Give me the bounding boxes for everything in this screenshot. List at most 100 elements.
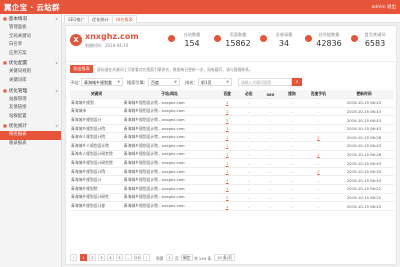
sidebar-group[interactable]: ■ 基本情况 ∨ xyxy=(0,14,61,24)
table-cell: 2019-10-15 06:43 xyxy=(333,98,394,108)
table-cell[interactable]: 3 xyxy=(216,175,238,186)
sidebar-item[interactable]: 站群管理 xyxy=(0,96,61,105)
table-cell[interactable]: 1 xyxy=(216,201,238,211)
page-button[interactable]: 4 xyxy=(107,254,114,261)
engine-label: 搜索引擎： xyxy=(127,80,148,85)
table-cell[interactable]: 2 xyxy=(216,193,238,203)
sidebar-item[interactable]: 友情链接 xyxy=(0,104,61,113)
table-cell[interactable]: 1 xyxy=(216,141,238,151)
page-button[interactable]: 5 xyxy=(116,254,123,261)
table-cell[interactable]: 1 xyxy=(216,184,238,194)
chevron-down-icon: ▼ xyxy=(226,80,229,84)
table-row[interactable]: 青海城乡规划设计研究院 青海城乡规划设计院...xnxghz.com 1- - - -20… xyxy=(70,158,394,168)
table-cell: 青海城乡规划设计院...xnxghz.com xyxy=(122,175,217,186)
page-button[interactable]: 25 xyxy=(134,254,141,261)
table-cell: - xyxy=(281,124,303,134)
table-cell: 2019-10-15 06:26 xyxy=(333,150,394,160)
table-row[interactable]: 青海城乡规划设计部 青海城乡规划设计院...xnxghz.com 1- - - -2019… xyxy=(70,201,394,211)
table-row[interactable]: 青海城乡规划设计院 青海城乡规划设计院...xnxghz.com 1- - -2 2019… xyxy=(70,167,394,177)
search-button[interactable]: ⌕ xyxy=(292,78,302,86)
main-panel: X xnxghz.com 到期时间：2019-04-10 分站数量 154 页面数量… xyxy=(65,25,398,265)
stat-icon xyxy=(351,35,358,42)
tab-bar: SEO推广 优化统计 排名报表 xyxy=(62,14,400,23)
goto-input[interactable]: 1 xyxy=(166,254,173,261)
table-row[interactable]: 青海城乡规划设计 青海城乡规划设计院...xnxghz.com 3- - - -2019-… xyxy=(70,175,394,186)
table-cell[interactable]: 1 xyxy=(216,132,238,143)
stat-card: 总收录量 34 xyxy=(264,32,304,48)
table-cell[interactable]: 1 xyxy=(216,150,238,160)
table-row[interactable]: 青海城乡人规划设计院 青海城乡规划设计院...xnxghz.com 1- - - -201… xyxy=(70,141,394,151)
column-header: 更新时间 xyxy=(333,90,394,100)
table-cell: - xyxy=(237,150,260,160)
engine-select[interactable]: 百度 ▼ xyxy=(148,78,180,86)
sidebar-group[interactable]: ■ 优化配置 ∨ xyxy=(0,58,61,68)
table-cell: 青海城乡规划设计院...xnxghz.com xyxy=(122,167,217,177)
table-cell: - xyxy=(259,158,282,168)
stat-label: 页面数量 xyxy=(229,32,247,37)
table-cell: - xyxy=(259,201,282,211)
sidebar-item[interactable]: 应用方案 xyxy=(0,50,61,59)
sidebar-item[interactable]: 收录报表 xyxy=(0,140,61,149)
table-row[interactable]: 青海市人规划设计院 青海城乡规划设计院...xnxghz.com 1- - -2 2019… xyxy=(70,132,394,143)
sidebar-item[interactable]: 关键词规则 xyxy=(0,68,61,77)
table-cell: - xyxy=(237,175,260,186)
sidebar-item[interactable]: 白名单 xyxy=(0,41,61,50)
table-cell[interactable]: 1 xyxy=(216,167,238,177)
stat-card: 首页关键词 6583 xyxy=(355,32,395,48)
table-cell: - xyxy=(259,150,282,160)
table-row[interactable]: 青海城乡规划设计院 青海城乡规划设计院...xnxghz.com 1- - - -2019… xyxy=(70,124,394,134)
tab-rank-report[interactable]: 排名报表 xyxy=(112,15,137,23)
table-row[interactable]: 青海城乡规划 青海城乡规划设计院...xnxghz.com 1- - - -2019-10… xyxy=(70,98,394,108)
menu-icon: ■ xyxy=(3,87,7,93)
table-cell[interactable]: 2 xyxy=(216,115,238,125)
sidebar-item[interactable]: 排名报表 xyxy=(0,131,61,140)
subsite-select[interactable]: 青海城乡规划委 ▼ xyxy=(81,78,123,86)
table-row[interactable]: 青海城乡规划设计 青海城乡规划设计院...xnxghz.com 2- - - -2019-… xyxy=(70,115,394,125)
sidebar-group-label: 优化管理 xyxy=(8,88,28,94)
top-bar: 翼企宝 · 云站群 admin 退出 xyxy=(0,0,400,14)
page-button[interactable]: ... xyxy=(125,254,132,261)
sidebar-item[interactable]: 管理面板 xyxy=(0,24,61,33)
tab-stats[interactable]: 优化统计 xyxy=(88,15,113,23)
table-cell[interactable]: 1 xyxy=(216,107,238,117)
per-page-select[interactable]: 10 条/页 xyxy=(214,254,235,261)
stat-value: 154 xyxy=(184,39,200,48)
sidebar-item[interactable]: 关键词库 xyxy=(0,77,61,86)
site-domain: xnxghz.com xyxy=(85,32,139,41)
page-button[interactable]: 3 xyxy=(98,254,105,261)
table-cell: - xyxy=(237,98,260,108)
menu-icon: ■ xyxy=(3,60,7,66)
page-button[interactable]: 2 xyxy=(89,254,96,261)
table-cell[interactable]: 1 xyxy=(216,98,238,108)
table-row[interactable]: 青海城乡规划院 青海城乡规划设计院...xnxghz.com 1- - - -2019-1… xyxy=(70,184,394,194)
table-cell[interactable]: 2 xyxy=(302,167,334,177)
table-row[interactable]: 青海市人规划设计研究院 青海城乡规划设计院...xnxghz.com 1- - -1 20… xyxy=(70,150,394,160)
next-page-button[interactable]: › xyxy=(143,254,150,261)
table-cell[interactable]: 2 xyxy=(302,132,334,143)
prev-page-button[interactable]: ‹ xyxy=(70,254,77,261)
table-cell: 青海城乡规划设计院...xnxghz.com xyxy=(122,124,217,134)
table-cell[interactable]: 1 xyxy=(216,158,238,168)
user-menu[interactable]: admin 退出 xyxy=(371,4,396,10)
rank-select[interactable]: 前1页 ▼ xyxy=(198,78,232,86)
tab-seo[interactable]: SEO推广 xyxy=(64,15,89,23)
table-cell: 2019-10-15 06:43 xyxy=(333,175,394,186)
table-row[interactable]: 青海城乡规划设计研究 青海城乡规划设计院...xnxghz.com 2- - - -201… xyxy=(70,193,394,203)
chevron-down-icon: ∨ xyxy=(55,87,58,93)
sidebar-item[interactable]: 全局关键词 xyxy=(0,33,61,42)
sidebar-group[interactable]: ■ 优化管理 ∨ xyxy=(0,86,61,96)
search-input[interactable]: 请输入关键词搜索 xyxy=(238,78,292,86)
table-row[interactable]: 青海城市 青海城乡规划设计院...xnxghz.com 1- - - -2019-10-1… xyxy=(70,107,394,117)
table-cell[interactable]: 1 xyxy=(216,124,238,134)
export-report-button[interactable]: 导出报表 xyxy=(70,65,93,73)
goto-confirm-button[interactable]: 确定 xyxy=(181,254,193,261)
table-cell: - xyxy=(237,167,260,177)
table-cell: - xyxy=(281,141,303,151)
table-cell: 青海城乡规划设计 xyxy=(70,175,123,186)
pagination: ‹ 1 2 3 4 5... 25 › 到第 1 页确定共 249 条 10 条/页 xyxy=(70,254,394,262)
sidebar-group[interactable]: ■ 优化统计 ∨ xyxy=(0,121,61,131)
page-button[interactable]: 1 xyxy=(80,254,87,261)
column-header: 百度手机 xyxy=(302,90,334,100)
table-cell[interactable]: 1 xyxy=(302,150,334,160)
sidebar-item[interactable]: 站群配置 xyxy=(0,113,61,122)
